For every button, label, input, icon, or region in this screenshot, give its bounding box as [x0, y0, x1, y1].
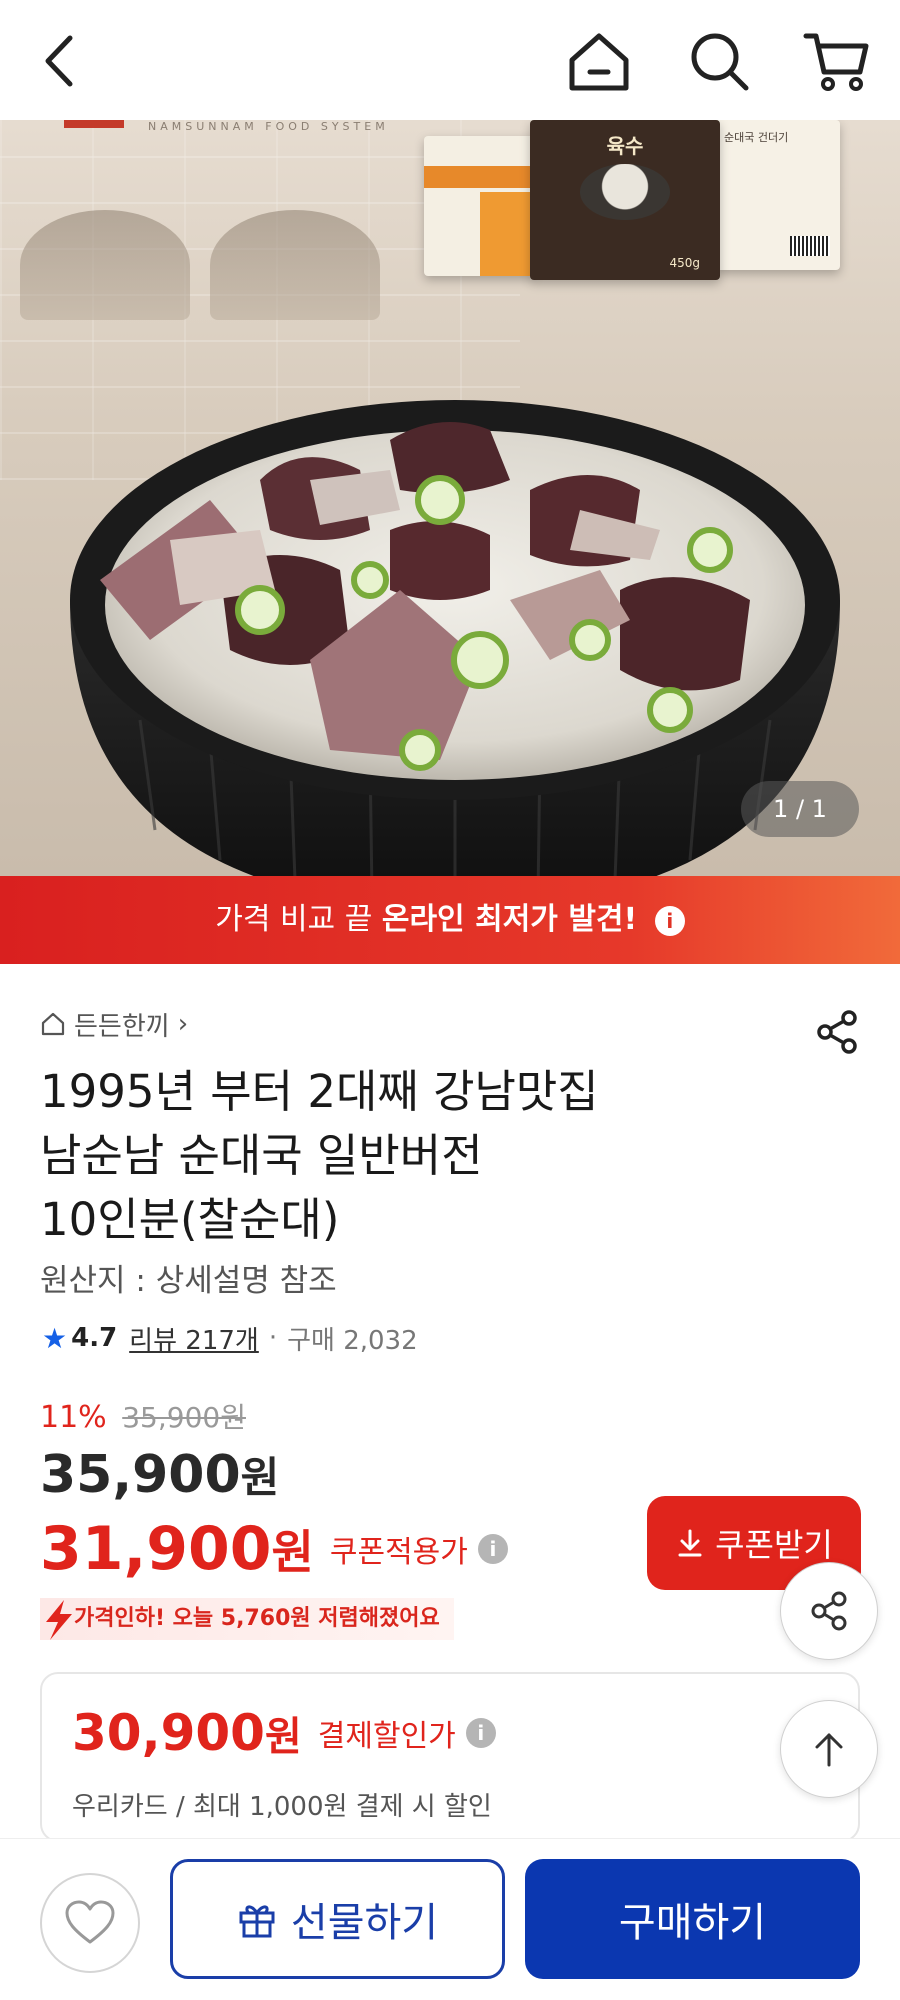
share-icon[interactable]	[815, 1010, 859, 1054]
discount-row: 11% 35,900원	[40, 1396, 246, 1436]
arrow-up-icon	[815, 1733, 843, 1767]
bottom-action-bar: 선물하기 구매하기	[0, 1838, 900, 2000]
package-image-right: 순대국 건더기	[716, 120, 840, 270]
background-pot	[20, 210, 190, 320]
store-home-icon	[41, 1012, 65, 1036]
purchase-count: 구매 2,032	[287, 1325, 418, 1356]
payment-discount-card[interactable]: 30,900 원 결제할인가 i 우리카드 / 최대 1,000원 결제 시 할…	[40, 1672, 860, 1842]
home-icon[interactable]	[564, 26, 634, 96]
back-arrow-icon[interactable]	[28, 26, 98, 96]
info-icon[interactable]: i	[477, 1534, 508, 1564]
gift-button[interactable]: 선물하기	[170, 1859, 505, 1979]
brand-logo	[64, 120, 124, 128]
sale-price: 35,900원	[40, 1444, 279, 1505]
cart-icon[interactable]	[802, 26, 872, 96]
top-bar	[0, 0, 900, 120]
package-side-text: 순대국 건더기	[724, 131, 789, 144]
lowest-price-banner[interactable]: 가격 비교 끝 온라인 최저가 발견! i	[0, 876, 900, 964]
lightning-icon	[46, 1600, 72, 1640]
package-label: 육수	[606, 134, 644, 158]
download-icon	[678, 1529, 702, 1557]
image-page-indicator: 1 / 1	[741, 781, 859, 837]
heart-icon	[65, 1900, 115, 1944]
soup-bowl-photo	[70, 400, 840, 876]
payment-price-value: 30,900	[72, 1704, 265, 1762]
buy-label: 구매하기	[618, 1900, 767, 1946]
coupon-price-unit: 원	[271, 1525, 314, 1579]
package-image-main: 육수 450g	[530, 120, 720, 280]
hero-brand-line: NAMSUNNAM FOOD SYSTEM	[148, 120, 389, 133]
wishlist-button[interactable]	[40, 1873, 140, 1973]
info-icon[interactable]: i	[654, 905, 685, 936]
background-pot	[210, 210, 380, 320]
star-icon: ★	[42, 1321, 68, 1355]
store-name: 든든한끼	[74, 1011, 170, 1042]
chevron-right-icon: ›	[177, 1009, 189, 1039]
search-icon[interactable]	[684, 26, 754, 96]
sale-price-value: 35,900	[40, 1445, 241, 1505]
coupon-price: 31,900 원 쿠폰적용가 i	[40, 1514, 508, 1584]
coupon-price-label: 쿠폰적용가	[329, 1535, 468, 1570]
payment-price-unit: 원	[264, 1714, 302, 1760]
share-icon	[811, 1591, 847, 1631]
title-line: 남순남 순대국 일반버전	[40, 1129, 483, 1182]
info-icon[interactable]: i	[465, 1718, 496, 1748]
sale-price-unit: 원	[240, 1453, 280, 1502]
banner-prefix: 가격 비교 끝	[215, 902, 373, 937]
original-price: 35,900원	[122, 1401, 246, 1434]
separator: ·	[268, 1323, 278, 1353]
product-image[interactable]: NAMSUNNAM FOOD SYSTEM 순대국 건더기 육수 450g 1 …	[0, 120, 900, 876]
title-line: 10인분(찰순대)	[40, 1193, 340, 1246]
scroll-top-button[interactable]	[780, 1700, 878, 1798]
banner-highlight: 온라인 최저가 발견!	[381, 902, 638, 937]
review-link[interactable]: 리뷰 217개	[129, 1320, 259, 1357]
store-link[interactable]: 든든한끼 ›	[40, 1006, 188, 1042]
title-line: 1995년 부터 2대째 강남맛집	[40, 1065, 599, 1118]
price-drop-notice: 가격인하! 오늘 5,760원 저렴해졌어요	[40, 1598, 454, 1640]
gift-icon	[239, 1905, 275, 1938]
package-image-left	[424, 136, 534, 276]
origin-info: 원산지 : 상세설명 참조	[40, 1263, 337, 1299]
coupon-price-value: 31,900	[40, 1514, 272, 1584]
payment-description: 우리카드 / 최대 1,000원 결제 시 할인	[72, 1792, 492, 1822]
package-bowl-photo	[580, 164, 670, 220]
floating-share-button[interactable]	[780, 1562, 878, 1660]
get-coupon-label: 쿠폰받기	[715, 1526, 833, 1564]
package-weight: 450g	[669, 256, 700, 270]
product-title: 1995년 부터 2대째 강남맛집 남순남 순대국 일반버전 10인분(찰순대)	[40, 1060, 800, 1252]
discount-rate: 11%	[40, 1400, 107, 1435]
gift-label: 선물하기	[290, 1900, 439, 1946]
buy-button[interactable]: 구매하기	[525, 1859, 860, 1979]
payment-price-label: 결제할인가	[317, 1719, 456, 1754]
rating-score: 4.7	[71, 1323, 118, 1353]
rating-row: ★ 4.7 리뷰 217개 · 구매 2,032	[42, 1318, 418, 1358]
price-drop-text: 가격인하! 오늘 5,760원 저렴해졌어요	[74, 1606, 440, 1631]
barcode	[790, 236, 830, 256]
